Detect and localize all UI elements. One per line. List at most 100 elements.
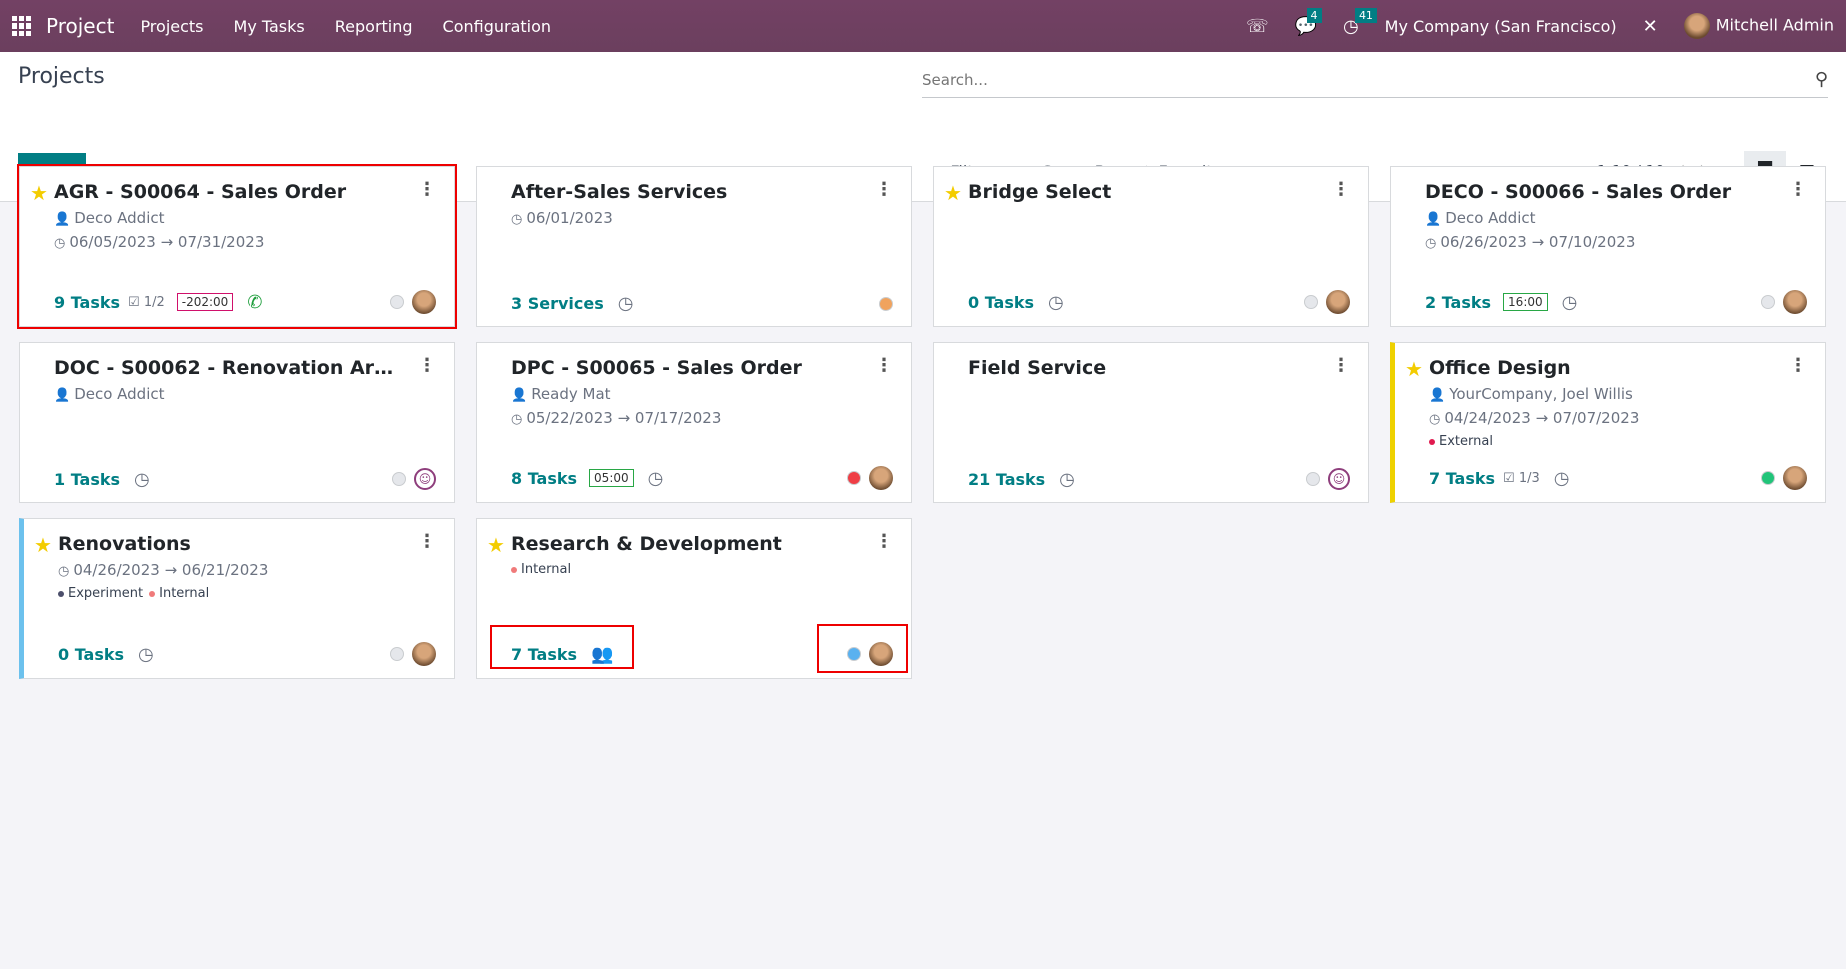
favorite-star-icon[interactable]: ★: [487, 533, 505, 557]
activity-clock-icon[interactable]: ◷: [134, 469, 150, 490]
debug-tools-icon[interactable]: ✕: [1643, 16, 1658, 37]
task-count-link[interactable]: 1 Tasks: [54, 470, 120, 489]
task-count-link[interactable]: 0 Tasks: [58, 645, 124, 664]
card-menu-icon[interactable]: ⋮: [875, 355, 893, 376]
status-indicator[interactable]: [1761, 471, 1775, 485]
favorite-star-icon[interactable]: ★: [1405, 357, 1423, 381]
milestone-progress: ☑ 1/3: [1503, 470, 1540, 486]
status-indicator[interactable]: [1306, 472, 1320, 486]
milestone-progress: ☑ 1/2: [128, 294, 165, 310]
status-indicator[interactable]: [847, 471, 861, 485]
card-menu-icon[interactable]: ⋮: [1789, 179, 1807, 200]
task-count-link[interactable]: 3 Services: [511, 294, 604, 313]
task-count-link[interactable]: 8 Tasks: [511, 469, 577, 488]
clock-icon: ◷: [1425, 236, 1437, 251]
messages-icon[interactable]: 💬 4: [1295, 7, 1322, 37]
card-menu-icon[interactable]: ⋮: [1332, 355, 1350, 376]
activity-clock-icon[interactable]: ◷: [1554, 468, 1570, 489]
card-menu-icon[interactable]: ⋮: [1332, 179, 1350, 200]
activity-clock-icon[interactable]: ◷: [138, 644, 154, 665]
activity-clock-icon[interactable]: ◷: [618, 293, 634, 314]
favorite-star-icon[interactable]: ★: [34, 533, 52, 557]
tag: Experiment: [58, 586, 143, 601]
menu-configuration[interactable]: Configuration: [443, 17, 552, 36]
project-dates: ◷ 06/26/2023 → 07/10/2023: [1425, 233, 1825, 251]
date-range: 06/01/2023: [526, 209, 613, 227]
app-brand[interactable]: Project: [46, 14, 114, 38]
project-card[interactable]: After-Sales Services ◷ 06/01/2023 ⋮ 3 Servic…: [476, 166, 912, 327]
manager-avatar[interactable]: [1783, 290, 1807, 314]
tag-list: External: [1429, 434, 1825, 449]
project-dates: ◷ 04/26/2023 → 06/21/2023: [58, 561, 454, 579]
clock-icon: ◷: [511, 212, 523, 227]
status-indicator[interactable]: [392, 472, 406, 486]
card-menu-icon[interactable]: ⋮: [875, 179, 893, 200]
tag-label: Internal: [521, 562, 572, 577]
smiley-avatar-icon[interactable]: ☺: [414, 468, 436, 490]
project-card[interactable]: DPC - S00065 - Sales Order 👤 Ready Mat ◷ 05/…: [476, 342, 912, 503]
task-count-link[interactable]: 0 Tasks: [968, 293, 1034, 312]
phone-icon[interactable]: ☏: [1246, 16, 1269, 37]
project-name: DOC - S00062 - Renovation Architects: [54, 357, 394, 379]
manager-avatar[interactable]: [412, 642, 436, 666]
apps-menu-icon[interactable]: [12, 16, 32, 36]
activity-clock-icon[interactable]: ◷: [1048, 292, 1064, 313]
manager-avatar[interactable]: [1326, 290, 1350, 314]
search-input[interactable]: [922, 70, 1815, 89]
menu-my-tasks[interactable]: My Tasks: [234, 17, 305, 36]
task-count-link[interactable]: 2 Tasks: [1425, 293, 1491, 312]
activity-clock-icon[interactable]: ◷: [1562, 292, 1578, 313]
manager-avatar[interactable]: [869, 466, 893, 490]
user-name: Mitchell Admin: [1715, 15, 1834, 35]
tag: External: [1429, 434, 1493, 449]
status-indicator[interactable]: [879, 296, 893, 311]
user-menu[interactable]: Mitchell Admin: [1683, 13, 1834, 39]
project-card[interactable]: DOC - S00062 - Renovation Architects 👤Dec…: [19, 342, 455, 503]
company-switcher[interactable]: My Company (San Francisco): [1385, 17, 1617, 36]
status-indicator[interactable]: [1304, 295, 1318, 309]
activity-clock-icon[interactable]: ◷: [648, 468, 664, 489]
person-icon: 👤: [1429, 388, 1446, 403]
highlight-tasks-box: [490, 625, 634, 669]
favorite-star-icon[interactable]: ★: [944, 181, 962, 205]
allocated-time: 16:00: [1503, 293, 1548, 311]
activity-clock-icon[interactable]: ◷: [1059, 469, 1075, 490]
status-indicator[interactable]: [1761, 295, 1775, 309]
project-card[interactable]: ★ AGR - S00064 - Sales Order 👤 Deco Addict ◷…: [17, 164, 457, 329]
smiley-avatar-icon[interactable]: ☺: [1328, 468, 1350, 490]
manager-avatar[interactable]: [1783, 466, 1807, 490]
card-menu-icon[interactable]: ⋮: [418, 531, 436, 552]
project-card[interactable]: ★ Renovations ◷ 04/26/2023 → 06/21/2023 Expe…: [19, 518, 455, 679]
phone-activity-icon[interactable]: ✆: [247, 292, 262, 313]
activities-icon[interactable]: ◷ 41: [1343, 7, 1377, 37]
menu-projects[interactable]: Projects: [140, 17, 203, 36]
task-count-link[interactable]: 9 Tasks: [54, 293, 120, 312]
page-title: Projects: [18, 64, 105, 89]
project-card[interactable]: Field Service ⋮ 21 Tasks ◷ ☺: [933, 342, 1369, 503]
allocated-time: -202:00: [176, 293, 234, 311]
project-card[interactable]: DECO - S00066 - Sales Order 👤 Deco Addict ◷…: [1390, 166, 1826, 327]
status-indicator[interactable]: [390, 647, 404, 661]
clock-icon: ◷: [54, 236, 66, 251]
status-indicator[interactable]: [390, 295, 404, 309]
project-name: DECO - S00066 - Sales Order: [1425, 181, 1732, 203]
customer-name: Deco Addict: [74, 209, 165, 227]
customer-name: Deco Addict: [1445, 209, 1536, 227]
project-customer: 👤 YourCompany, Joel Willis: [1429, 385, 1825, 403]
date-range: 06/05/2023 → 07/31/2023: [69, 233, 265, 251]
project-card[interactable]: ★ Bridge Select ⋮ 0 Tasks ◷: [933, 166, 1369, 327]
project-name: Office Design: [1429, 357, 1571, 379]
manager-avatar[interactable]: [412, 290, 436, 314]
search-icon[interactable]: ⚲: [1815, 69, 1828, 90]
task-count-link[interactable]: 21 Tasks: [968, 470, 1045, 489]
menu-reporting[interactable]: Reporting: [335, 17, 413, 36]
card-menu-icon[interactable]: ⋮: [418, 179, 436, 200]
card-menu-icon[interactable]: ⋮: [1789, 355, 1807, 376]
card-menu-icon[interactable]: ⋮: [418, 355, 436, 376]
favorite-star-icon[interactable]: ★: [30, 181, 48, 205]
task-count-link[interactable]: 7 Tasks: [1429, 469, 1495, 488]
project-name: Bridge Select: [968, 181, 1112, 203]
project-name: Field Service: [968, 357, 1107, 379]
card-menu-icon[interactable]: ⋮: [875, 531, 893, 552]
project-card[interactable]: ★ Office Design 👤 YourCompany, Joel Willis ◷…: [1390, 342, 1826, 503]
